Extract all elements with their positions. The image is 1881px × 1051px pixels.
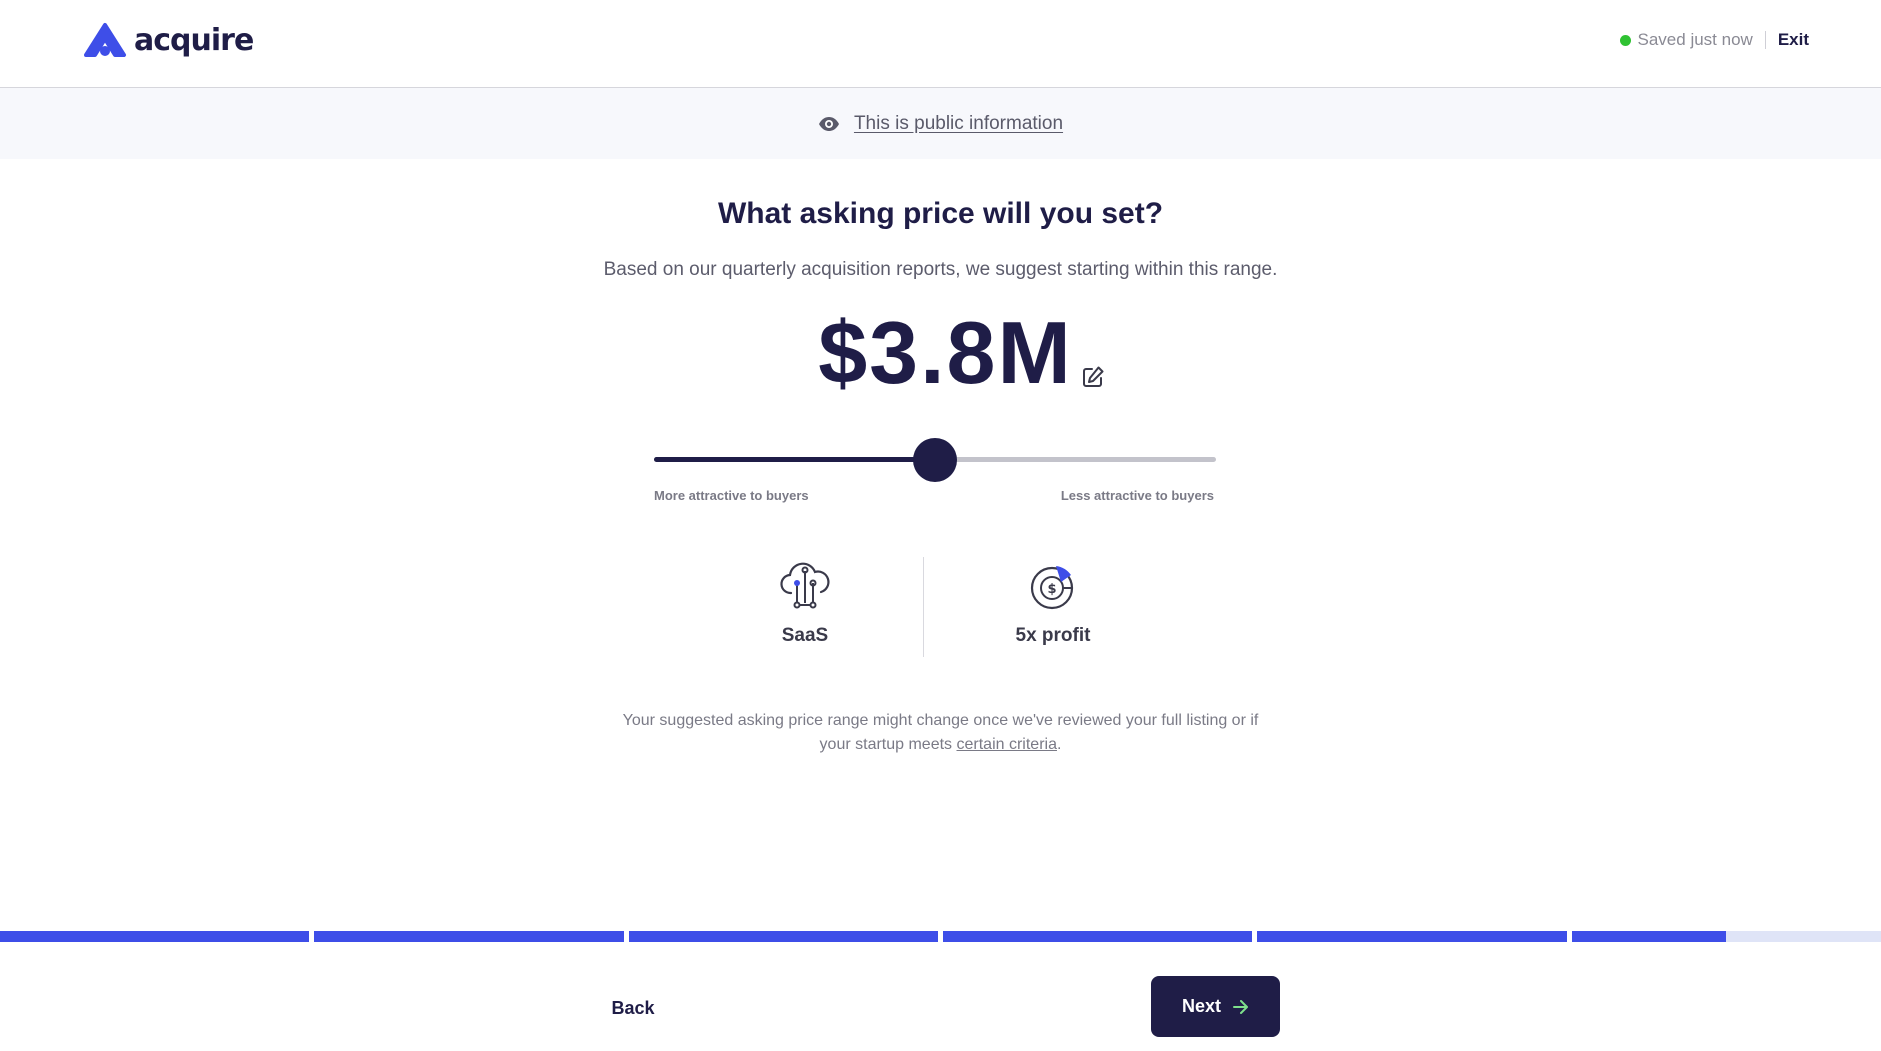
progress-segment-fill [628, 931, 938, 942]
slider-thumb[interactable] [913, 438, 957, 482]
progress-segment [314, 931, 624, 942]
slider-right-label: Less attractive to buyers [1060, 488, 1214, 503]
progress-segment [0, 931, 310, 942]
progress-segment [628, 931, 938, 942]
progress-segment [1257, 931, 1567, 942]
progress-segment-fill [314, 931, 624, 942]
progress-segment-fill [942, 931, 1253, 942]
cloud-network-icon [780, 562, 830, 609]
progress-segment-fill [1571, 931, 1727, 942]
stat-label: SaaS [781, 625, 829, 646]
saved-status-text: Saved just now [1637, 30, 1753, 49]
acquire-logo[interactable]: acquire [82, 20, 254, 60]
price-factors: SaaS $ 5x profit [0, 557, 1881, 657]
progress-segment-fill [1257, 931, 1567, 942]
save-status: Saved just now Exit [1619, 28, 1809, 52]
stat-business-type: SaaS [725, 557, 885, 647]
slider-fill [654, 457, 935, 462]
page-subtitle: Based on our quarterly acquisition repor… [603, 259, 1278, 280]
stats-divider [923, 557, 924, 657]
public-info-link[interactable]: This is public information [854, 113, 1063, 135]
progress-segment-fill [0, 931, 310, 942]
svg-text:$: $ [1047, 582, 1056, 597]
price-display: $3.8M [0, 309, 1881, 397]
price-slider[interactable] [654, 438, 1216, 482]
asking-price: $3.8M [818, 303, 1073, 402]
certain-criteria-link[interactable]: certain criteria [957, 736, 1057, 753]
slider-left-label: More attractive to buyers [654, 488, 809, 503]
footnote-period: . [1056, 736, 1062, 753]
exit-link[interactable]: Exit [1778, 30, 1809, 50]
arrow-right-icon [1233, 999, 1248, 1014]
saved-status-dot [1619, 34, 1631, 46]
eye-icon [818, 116, 839, 131]
header-divider [1764, 31, 1766, 49]
back-button[interactable]: Back [598, 990, 668, 1026]
footnote-text: Your suggested asking price range might … [622, 712, 1259, 753]
stat-multiple: $ 5x profit [973, 557, 1133, 647]
step-progress-bar [0, 931, 1881, 942]
top-header: acquire Saved just now Exit [0, 0, 1881, 88]
next-button-label: Next [1181, 996, 1221, 1016]
progress-segment [942, 931, 1253, 942]
stat-label: 5x profit [1015, 625, 1091, 646]
brand-name: acquire [134, 22, 254, 58]
price-footnote: Your suggested asking price range might … [0, 709, 1881, 757]
progress-segment [1571, 931, 1881, 942]
page-title: What asking price will you set? [717, 197, 1164, 230]
dollar-chart-icon: $ [1030, 566, 1074, 610]
acquire-logo-icon [84, 23, 126, 57]
next-button[interactable]: Next [1151, 976, 1280, 1037]
edit-icon[interactable] [1081, 365, 1105, 389]
public-info-banner: This is public information [0, 88, 1881, 159]
